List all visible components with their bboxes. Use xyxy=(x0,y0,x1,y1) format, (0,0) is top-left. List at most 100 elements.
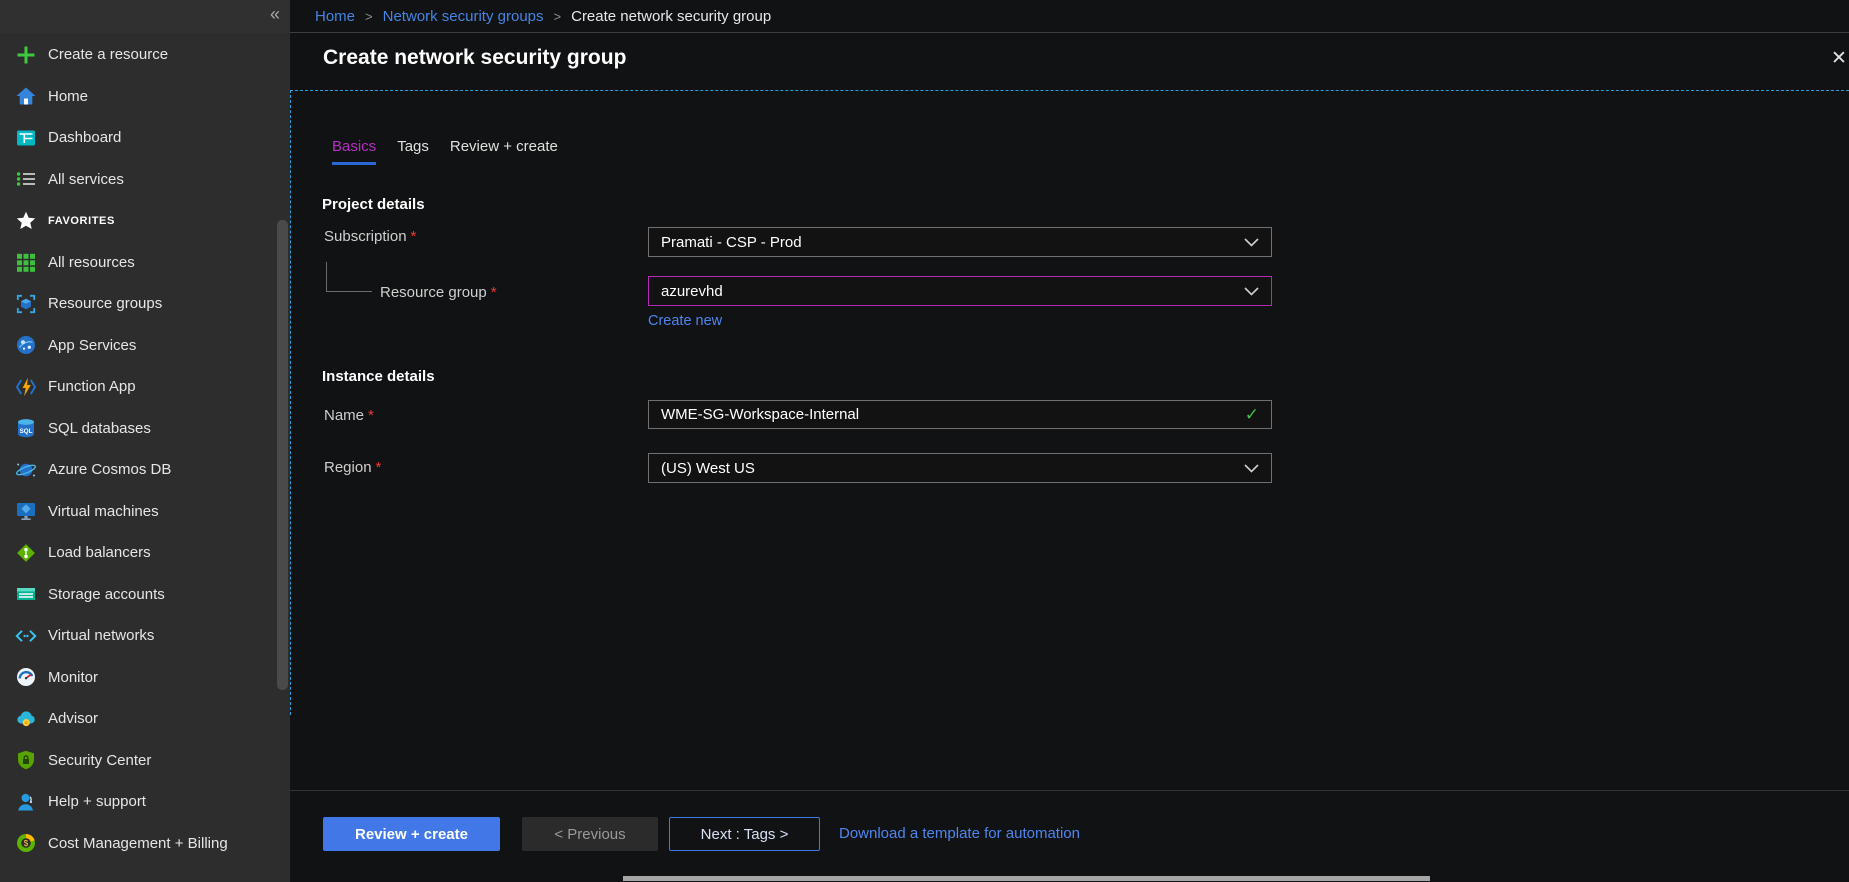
sidebar-item-monitor[interactable]: Monitor xyxy=(0,657,290,699)
sidebar-item-label: Cost Management + Billing xyxy=(48,835,228,852)
breadcrumb-nsg-link[interactable]: Network security groups xyxy=(383,8,544,25)
create-new-link[interactable]: Create new xyxy=(648,313,722,329)
sidebar-item-label: All services xyxy=(48,171,124,188)
focus-outline-top xyxy=(290,90,1849,91)
storage-accounts-icon xyxy=(15,583,37,605)
project-details-heading: Project details xyxy=(322,196,425,213)
sidebar-item-help-support[interactable]: Help + support xyxy=(0,781,290,823)
svg-text:SQL: SQL xyxy=(20,428,33,435)
svg-text:$: $ xyxy=(24,839,29,848)
sidebar-item-azure-cosmos-db[interactable]: Azure Cosmos DB xyxy=(0,449,290,491)
instance-details-heading: Instance details xyxy=(322,368,435,385)
focus-outline-left xyxy=(290,90,291,715)
valid-check-icon: ✓ xyxy=(1245,405,1259,425)
subscription-label: Subscription* xyxy=(324,228,416,245)
sidebar-item-label: Storage accounts xyxy=(48,586,165,603)
azure-portal-window: « Create a resource Home Dashboard All serv… xyxy=(0,0,1849,882)
sidebar-item-label: Function App xyxy=(48,378,136,395)
sidebar-scrollbar-thumb[interactable] xyxy=(277,220,288,690)
collapse-sidebar-icon[interactable]: « xyxy=(270,4,280,25)
tab-basics[interactable]: Basics xyxy=(332,138,376,165)
tab-tags[interactable]: Tags xyxy=(397,138,429,165)
sidebar-item-all-resources[interactable]: All resources xyxy=(0,242,290,284)
sidebar-item-app-services[interactable]: App Services xyxy=(0,325,290,367)
sidebar-item-all-services[interactable]: All services xyxy=(0,159,290,201)
resource-group-value: azurevhd xyxy=(661,283,723,300)
tab-review-create[interactable]: Review + create xyxy=(450,138,558,165)
subscription-select[interactable]: Pramati - CSP - Prod xyxy=(648,227,1272,257)
required-asterisk: * xyxy=(376,459,382,476)
close-icon[interactable]: ✕ xyxy=(1826,45,1849,71)
sidebar-item-label: Virtual machines xyxy=(48,503,159,520)
required-asterisk: * xyxy=(368,407,374,424)
sidebar-item-label: All resources xyxy=(48,254,135,271)
function-app-icon xyxy=(15,376,37,398)
sidebar-item-cost-management-billing[interactable]: $ Cost Management + Billing xyxy=(0,823,290,865)
horizontal-scrollbar-thumb[interactable] xyxy=(623,876,1430,881)
sidebar-item-function-app[interactable]: Function App xyxy=(0,366,290,408)
resource-group-connector xyxy=(326,291,372,292)
chevron-down-icon xyxy=(1244,234,1259,251)
download-template-link[interactable]: Download a template for automation xyxy=(839,825,1080,842)
sidebar-item-advisor[interactable]: Advisor xyxy=(0,698,290,740)
sidebar-item-sql-databases[interactable]: SQL SQL databases xyxy=(0,408,290,450)
sql-databases-icon: SQL xyxy=(15,417,37,439)
sidebar-item-label: Advisor xyxy=(48,710,98,727)
sidebar-item-label: Resource groups xyxy=(48,295,162,312)
sidebar-item-label: Dashboard xyxy=(48,129,121,146)
sidebar-item-label: SQL databases xyxy=(48,420,151,437)
required-asterisk: * xyxy=(491,284,497,301)
chevron-down-icon xyxy=(1244,283,1259,300)
sidebar-item-label: Create a resource xyxy=(48,46,168,63)
sidebar-item-virtual-networks[interactable]: Virtual networks xyxy=(0,615,290,657)
review-create-button[interactable]: Review + create xyxy=(323,817,500,851)
sidebar-items: Create a resource Home Dashboard All servic… xyxy=(0,34,290,864)
sidebar-item-resource-groups[interactable]: Resource groups xyxy=(0,283,290,325)
sidebar-item-label: Virtual networks xyxy=(48,627,154,644)
breadcrumb: Home > Network security groups > Create … xyxy=(290,0,1849,33)
monitor-icon xyxy=(15,666,37,688)
sidebar-item-label: Azure Cosmos DB xyxy=(48,461,171,478)
sidebar-item-label: Security Center xyxy=(48,752,151,769)
all-resources-icon xyxy=(15,251,37,273)
next-tags-button[interactable]: Next : Tags > xyxy=(669,817,820,851)
sidebar-topbar: « xyxy=(0,0,290,33)
name-input[interactable]: WME-SG-Workspace-Internal ✓ xyxy=(648,400,1272,429)
sidebar: « Create a resource Home Dashboard All serv… xyxy=(0,0,290,882)
required-asterisk: * xyxy=(411,228,417,245)
breadcrumb-separator: > xyxy=(554,9,562,24)
tab-strip: Basics Tags Review + create xyxy=(332,138,579,165)
breadcrumb-current-page: Create network security group xyxy=(571,8,771,25)
sidebar-item-label: Monitor xyxy=(48,669,98,686)
sidebar-item-label: App Services xyxy=(48,337,136,354)
advisor-icon xyxy=(15,708,37,730)
region-select[interactable]: (US) West US xyxy=(648,453,1272,483)
resource-group-select[interactable]: azurevhd xyxy=(648,276,1272,306)
sidebar-item-create-a-resource[interactable]: Create a resource xyxy=(0,34,290,76)
sidebar-item-security-center[interactable]: Security Center xyxy=(0,740,290,782)
sidebar-item-virtual-machines[interactable]: Virtual machines xyxy=(0,491,290,533)
previous-button[interactable]: < Previous xyxy=(522,817,658,851)
help-support-icon xyxy=(15,791,37,813)
main-panel: Home > Network security groups > Create … xyxy=(290,0,1849,882)
region-value: (US) West US xyxy=(661,460,755,477)
sidebar-item-favorites[interactable]: FAVORITES xyxy=(0,200,290,242)
cosmos-db-icon xyxy=(15,459,37,481)
resource-groups-icon xyxy=(15,293,37,315)
load-balancers-icon xyxy=(15,542,37,564)
sidebar-item-load-balancers[interactable]: Load balancers xyxy=(0,532,290,574)
sidebar-item-home[interactable]: Home xyxy=(0,76,290,118)
region-label: Region* xyxy=(324,459,381,476)
breadcrumb-home-link[interactable]: Home xyxy=(315,8,355,25)
dashboard-icon xyxy=(15,127,37,149)
sidebar-item-storage-accounts[interactable]: Storage accounts xyxy=(0,574,290,616)
name-value: WME-SG-Workspace-Internal xyxy=(661,406,859,423)
footer-separator xyxy=(290,790,1849,791)
virtual-machines-icon xyxy=(15,500,37,522)
create-resource-icon xyxy=(15,44,37,66)
sidebar-item-label: Load balancers xyxy=(48,544,151,561)
subscription-value: Pramati - CSP - Prod xyxy=(661,234,802,251)
resource-group-connector xyxy=(326,262,327,291)
resource-group-label: Resource group* xyxy=(380,284,497,301)
sidebar-item-dashboard[interactable]: Dashboard xyxy=(0,117,290,159)
